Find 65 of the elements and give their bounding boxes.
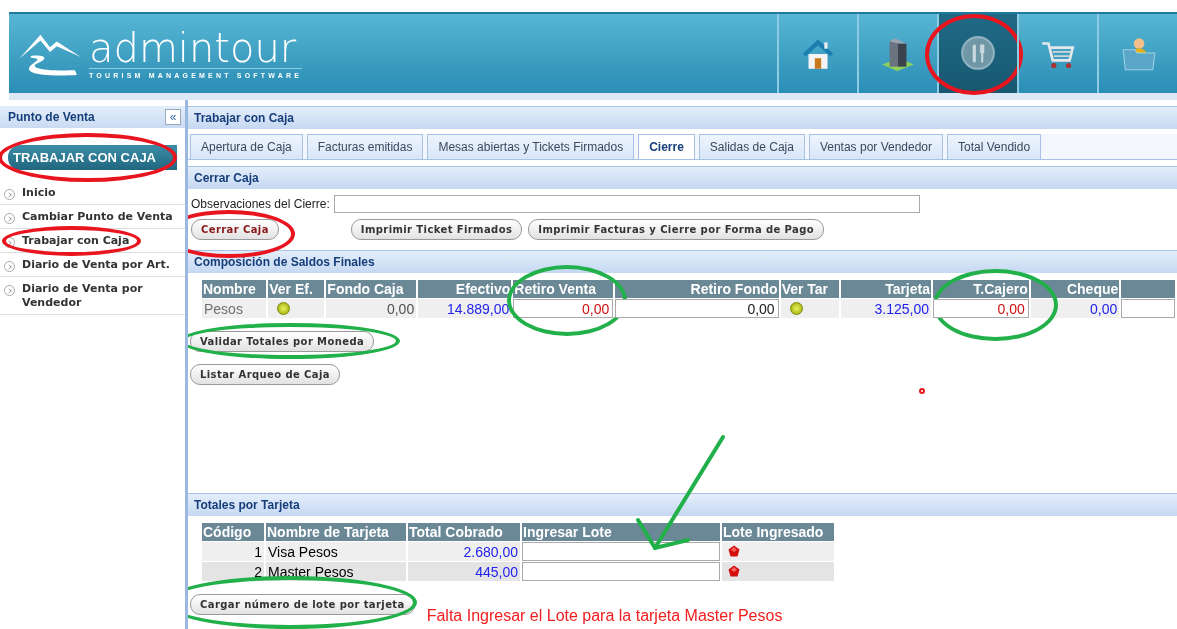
column-header: Efectivo xyxy=(418,280,512,298)
tab[interactable]: Mesas abiertas y Tickets Firmados xyxy=(427,134,635,159)
panel-title: Trabajar con Caja xyxy=(188,106,1177,129)
nav-button[interactable] xyxy=(937,14,1017,93)
tab[interactable]: Apertura de Caja xyxy=(190,134,303,159)
lote-field[interactable] xyxy=(522,542,720,561)
sidebar-link[interactable]: Diario de Venta por Art. xyxy=(22,258,170,272)
table-cell: 2.680,00 xyxy=(408,542,520,561)
action-button[interactable]: Validar Totales por Moneda xyxy=(190,331,375,352)
error-message: Falta Ingresar el Lote para la tarjeta Master Pesos xyxy=(426,607,783,625)
column-header: Nombre de Tarjeta xyxy=(266,523,406,541)
section-title: Totales por Tarjeta xyxy=(188,493,1177,516)
sidebar-title: Punto de Venta xyxy=(8,110,95,124)
tab[interactable]: Salidas de Caja xyxy=(698,134,805,159)
observaciones-field[interactable] xyxy=(333,195,920,213)
section-heading: TRABAJAR CON CAJA xyxy=(8,145,177,170)
amount-field[interactable]: 0,00 xyxy=(615,299,779,318)
column-header: Nombre xyxy=(202,280,267,298)
column-header: Ingresar Lote xyxy=(522,523,720,541)
column-header: Ver Ef. xyxy=(268,280,325,298)
table-cell: 1 xyxy=(202,542,264,561)
column-header: Cheque xyxy=(1030,280,1120,298)
collapse-button[interactable]: « xyxy=(165,109,181,125)
table-cell: Master Pesos xyxy=(266,562,406,581)
column-header: Tarjeta xyxy=(840,280,931,298)
lote-field[interactable] xyxy=(522,562,720,581)
action-button[interactable]: Cerrar Caja xyxy=(191,219,279,240)
column-header: T.Cajero xyxy=(973,281,1028,297)
section-title: Composición de Saldos Finales xyxy=(188,250,1177,273)
tab[interactable]: Facturas emitidas xyxy=(306,134,424,159)
column-header: Lote Ingresado xyxy=(722,523,834,541)
table-cell: 445,00 xyxy=(408,562,520,581)
sidebar-link[interactable]: Diario de Venta por Vendedor xyxy=(22,282,185,310)
column-header: Retiro Fondo xyxy=(615,280,779,298)
table-cell: Pesos xyxy=(202,299,267,318)
column-header: Retiro Venta xyxy=(513,280,614,298)
sidebar-link[interactable]: Trabajar con Caja xyxy=(22,234,130,248)
column-header: Código xyxy=(202,523,264,541)
column-header: Fondo Caja xyxy=(326,280,417,298)
action-button[interactable]: Imprimir Ticket Firmados xyxy=(350,219,523,240)
table-cell: 0,00 xyxy=(326,299,417,318)
table-cell: 3.125,00 xyxy=(840,299,931,318)
sidebar-link[interactable]: Inicio xyxy=(22,186,56,200)
column-header: Ver Tar xyxy=(780,280,839,298)
field-label: Observaciones del Cierre: xyxy=(191,197,330,211)
amount-field[interactable]: 0,00 xyxy=(933,299,1029,318)
action-button[interactable]: Listar Arqueo de Caja xyxy=(190,364,340,385)
table-cell: Visa Pesos xyxy=(266,542,406,561)
amount-field[interactable]: 0,00 xyxy=(513,299,614,318)
utensils-icon xyxy=(960,34,996,73)
tab[interactable]: Cierre xyxy=(638,134,695,159)
amount-field[interactable] xyxy=(1121,299,1175,318)
sidebar-link[interactable]: Cambiar Punto de Venta xyxy=(22,210,173,224)
tab[interactable]: Total Vendido xyxy=(947,134,1042,159)
logo-wordmark: admintour xyxy=(89,28,298,68)
status-dot-icon xyxy=(277,302,291,315)
column-header: Total Cobrado xyxy=(408,523,520,541)
action-button[interactable]: Cargar número de lote por tarjeta xyxy=(190,594,415,615)
table-cell: 0,00 xyxy=(1030,299,1120,318)
table-cell: 2 xyxy=(202,562,264,581)
tab[interactable]: Ventas por Vendedor xyxy=(808,134,943,159)
status-dot-icon xyxy=(789,302,803,315)
table-cell: 14.889,00 xyxy=(418,299,512,318)
action-button[interactable]: Imprimir Facturas y Cierre por Forma de Pago xyxy=(528,219,824,240)
section-title: Cerrar Caja xyxy=(188,166,1177,189)
